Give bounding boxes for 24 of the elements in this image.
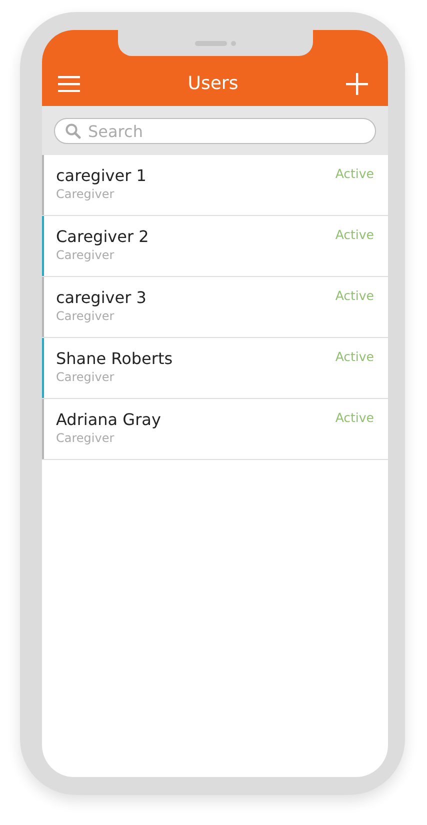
user-row[interactable]: caregiver 1 Caregiver Active [42,155,388,216]
user-role: Caregiver [56,309,116,324]
user-row[interactable]: Caregiver 2 Caregiver Active [42,216,388,277]
user-role: Caregiver [56,187,116,202]
user-status: Active [335,226,374,244]
user-row[interactable]: caregiver 3 Caregiver Active [42,277,388,338]
menu-icon [58,76,80,92]
user-status: Active [335,348,374,366]
user-row[interactable]: Shane Roberts Caregiver Active [42,338,388,399]
user-row[interactable]: Adriana Gray Caregiver Active [42,399,388,460]
user-status: Active [335,287,374,305]
user-role: Caregiver [56,370,116,385]
user-name: Caregiver 2 [56,226,149,248]
user-name: caregiver 1 [56,165,146,187]
user-name: caregiver 3 [56,287,146,309]
screen-title: Users [188,72,238,96]
user-role: Caregiver [56,431,116,446]
user-name: Shane Roberts [56,348,173,370]
user-name: Adriana Gray [56,409,161,431]
plus-icon [346,73,368,95]
user-role: Caregiver [56,248,116,263]
user-status: Active [335,409,374,427]
search-field[interactable]: Search [54,118,376,144]
user-status: Active [335,165,374,183]
